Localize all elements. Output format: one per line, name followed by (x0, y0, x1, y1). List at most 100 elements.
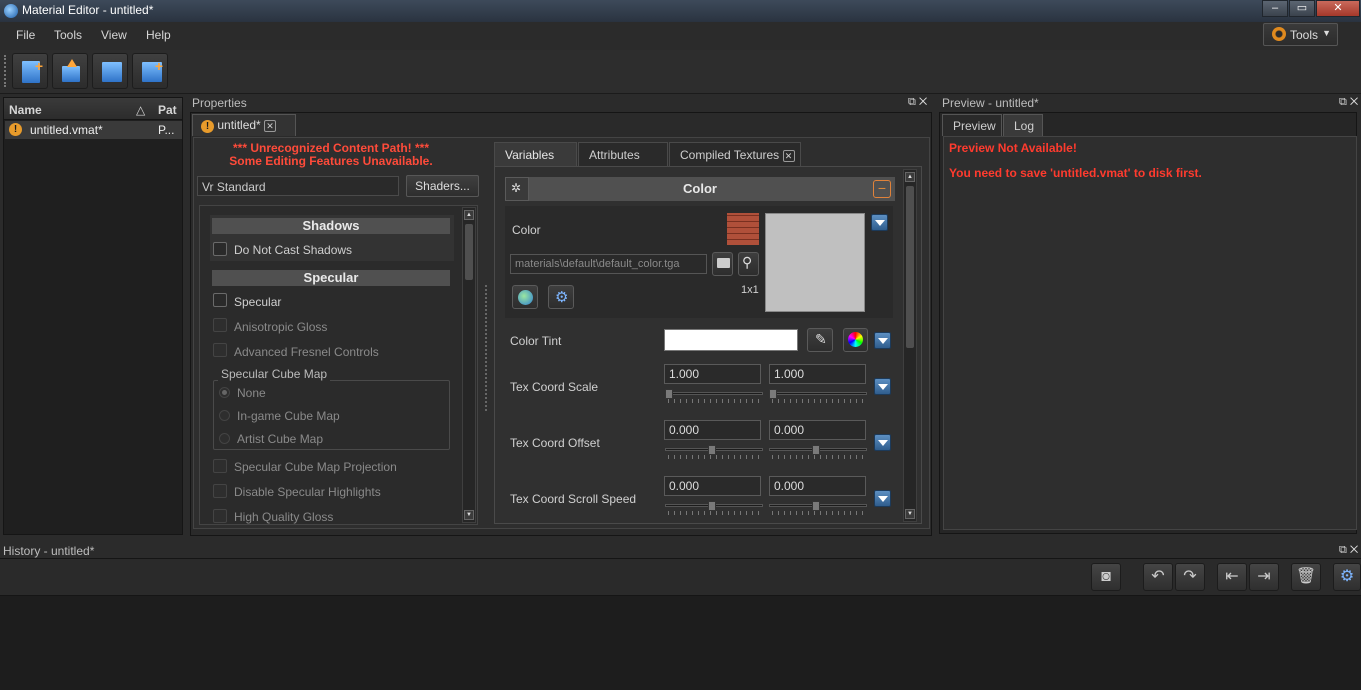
tex-coord-offset-y-input[interactable]: 0.000 (769, 420, 866, 440)
tex-coord-scale-x-input[interactable]: 1.000 (664, 364, 761, 384)
scroll-expand-icon[interactable] (874, 490, 891, 507)
color-expand-icon[interactable] (871, 214, 888, 231)
tab-attributes[interactable]: Attributes (578, 142, 668, 166)
tex-coord-scroll-x-input[interactable]: 0.000 (664, 476, 761, 496)
menu-view[interactable]: View (101, 28, 127, 42)
gear-icon (1272, 27, 1286, 41)
tex-coord-scale-y-slider[interactable] (769, 389, 867, 403)
history-float-close[interactable]: ⧉✕ (1339, 544, 1361, 557)
tex-coord-scale-x-slider[interactable] (665, 389, 763, 403)
feature-list-scrollbar[interactable]: ▲ ▼ (462, 207, 476, 523)
advanced-fresnel-checkbox[interactable] (213, 343, 227, 357)
tab-untitled-label: untitled* (217, 118, 261, 132)
properties-title: Properties (192, 96, 247, 110)
cube-projection-checkbox[interactable] (213, 459, 227, 473)
high-quality-gloss-checkbox[interactable] (213, 509, 227, 523)
scale-expand-icon[interactable] (874, 378, 891, 395)
preview-float-close[interactable]: ⧉✕ (1339, 96, 1361, 109)
browse-texture-button[interactable] (712, 252, 733, 276)
new-file-button[interactable]: + (12, 53, 48, 89)
scroll-up-icon[interactable]: ▲ (464, 210, 474, 220)
tab-compiled-label: Compiled Textures (680, 148, 780, 162)
scroll-down-icon[interactable]: ▼ (905, 509, 915, 519)
collapse-section-button[interactable]: − (873, 180, 891, 198)
history-title: History - untitled* (3, 544, 95, 558)
tex-coord-offset-x-input[interactable]: 0.000 (664, 420, 761, 440)
texture-tool-button[interactable] (512, 285, 538, 309)
trash-icon: 🗑 (1295, 568, 1317, 585)
advanced-fresnel-label: Advanced Fresnel Controls (234, 345, 379, 359)
menu-help[interactable]: Help (146, 28, 171, 42)
eyedropper-icon: ✎ (815, 331, 827, 347)
shaders-button[interactable]: Shaders... (406, 175, 479, 197)
save-as-button[interactable]: + (132, 53, 168, 89)
redo-icon: ↷ (1183, 568, 1197, 585)
tint-expand-icon[interactable] (874, 332, 891, 349)
screenshot-button[interactable]: ◙ (1091, 563, 1121, 591)
tab-preview[interactable]: Preview (942, 114, 1002, 136)
texture-tool-icon (518, 290, 533, 305)
cube-map-artist-label: Artist Cube Map (237, 432, 324, 446)
tab-untitled[interactable]: ! untitled* ✕ (192, 114, 296, 136)
warning-line-2: Some Editing Features Unavailable. (229, 154, 433, 168)
warning-icon: ! (9, 123, 22, 136)
color-picker-button[interactable] (843, 328, 868, 352)
close-window-button[interactable]: ✕ (1316, 0, 1360, 17)
do-not-cast-shadows-checkbox[interactable] (213, 242, 227, 256)
jump-last-button[interactable]: ⇥ (1249, 563, 1279, 591)
tex-coord-scroll-y-slider[interactable] (769, 501, 867, 515)
texture-thumbnail[interactable] (727, 213, 759, 245)
column-name[interactable]: Name (9, 103, 42, 117)
clear-history-button[interactable]: 🗑 (1291, 563, 1321, 591)
shader-field[interactable]: Vr Standard (197, 176, 399, 196)
color-label: Color (512, 223, 541, 237)
tex-coord-scale-label: Tex Coord Scale (510, 380, 599, 394)
tab-log[interactable]: Log (1003, 114, 1043, 136)
tex-coord-scroll-y-input[interactable]: 0.000 (769, 476, 866, 496)
close-tab-icon[interactable]: ✕ (782, 149, 795, 162)
cube-map-ingame-radio[interactable] (219, 410, 230, 421)
close-tab-icon[interactable]: ✕ (264, 119, 277, 132)
panel-splitter[interactable] (485, 285, 488, 411)
offset-expand-icon[interactable] (874, 434, 891, 451)
scroll-up-icon[interactable]: ▲ (905, 172, 915, 182)
scroll-thumb[interactable] (465, 224, 473, 280)
maximize-button[interactable]: ▭ (1289, 0, 1315, 17)
specular-checkbox[interactable] (213, 293, 227, 307)
find-texture-button[interactable]: ⚲ (738, 252, 759, 276)
column-path[interactable]: Pat (158, 103, 177, 117)
eyedropper-button[interactable]: ✎ (807, 328, 833, 352)
sort-icon[interactable]: △ (136, 103, 145, 117)
cube-map-none-radio[interactable] (219, 387, 230, 398)
tex-coord-scroll-x-slider[interactable] (665, 501, 763, 515)
material-editor-window: Material Editor - untitled* – ▭ ✕ File T… (0, 0, 1361, 690)
scroll-thumb[interactable] (906, 186, 914, 348)
tab-compiled-textures[interactable]: Compiled Textures ✕ (669, 142, 801, 166)
tex-coord-offset-x-slider[interactable] (665, 445, 763, 459)
properties-float-close[interactable]: ⧉✕ (908, 96, 930, 109)
jump-first-button[interactable]: ⇤ (1217, 563, 1247, 591)
scroll-down-icon[interactable]: ▼ (464, 510, 474, 520)
variables-scrollbar[interactable]: ▲ ▼ (903, 169, 917, 522)
undo-button[interactable]: ↶ (1143, 563, 1173, 591)
toolbar-grip[interactable] (4, 55, 7, 87)
menu-file[interactable]: File (16, 28, 35, 42)
redo-button[interactable]: ↷ (1175, 563, 1205, 591)
anisotropic-gloss-checkbox[interactable] (213, 318, 227, 332)
minimize-button[interactable]: – (1262, 0, 1288, 17)
color-tint-swatch[interactable] (664, 329, 798, 351)
save-button[interactable] (92, 53, 128, 89)
disable-highlights-checkbox[interactable] (213, 484, 227, 498)
color-section-header[interactable]: ✲ Color (505, 177, 895, 201)
tab-variables[interactable]: Variables (494, 142, 577, 166)
menu-tools[interactable]: Tools (54, 28, 82, 42)
history-settings-button[interactable]: ⚙ (1333, 563, 1361, 591)
open-file-button[interactable] (52, 53, 88, 89)
texture-path-field[interactable]: materials\default\default_color.tga (510, 254, 707, 274)
tex-coord-offset-y-slider[interactable] (769, 445, 867, 459)
texture-settings-button[interactable]: ⚙ (548, 285, 574, 309)
cube-map-artist-radio[interactable] (219, 433, 230, 444)
tools-dropdown[interactable]: Tools ▼ (1263, 23, 1338, 46)
tex-coord-scale-y-input[interactable]: 1.000 (769, 364, 866, 384)
file-row[interactable]: ! untitled.vmat* P... (5, 121, 182, 139)
